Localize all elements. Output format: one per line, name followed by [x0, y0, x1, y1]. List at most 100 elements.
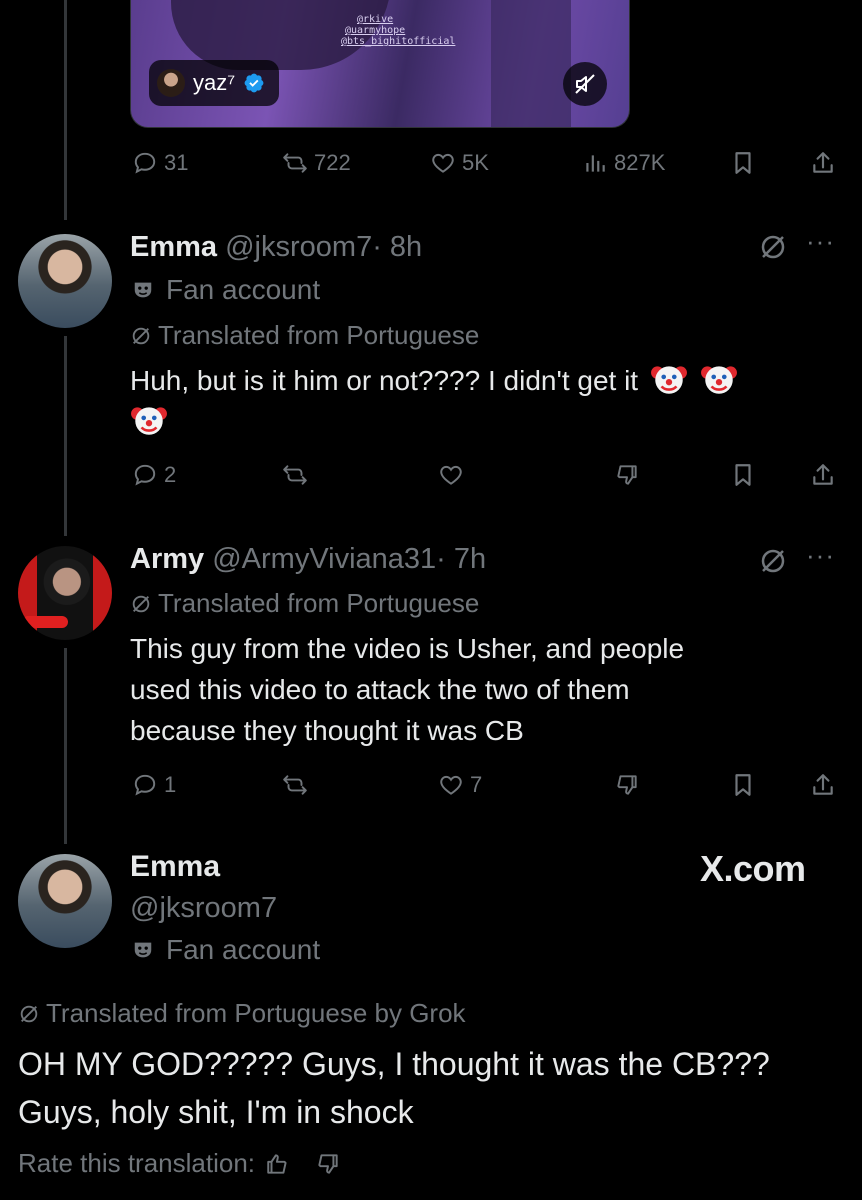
- user-handle[interactable]: @jksroom7: [225, 231, 372, 263]
- video-frame-shape: [491, 0, 571, 127]
- repost-count: 722: [314, 150, 351, 175]
- like-button[interactable]: 7: [438, 772, 482, 798]
- thumbs-down-icon[interactable]: [315, 1151, 341, 1177]
- reply-text-line: This guy from the video is Usher, and pe…: [130, 633, 685, 664]
- like-count: 7: [470, 772, 483, 797]
- author-pill-avatar: [157, 69, 185, 97]
- translation-label: Translated from Portuguese: [158, 588, 480, 618]
- heart-icon: [440, 465, 462, 485]
- repost-icon: [283, 465, 307, 485]
- share-icon: [813, 464, 833, 485]
- bookmark-button[interactable]: [730, 150, 756, 176]
- reply-button[interactable]: 31: [132, 150, 188, 176]
- thumbs-up-icon[interactable]: [265, 1151, 291, 1177]
- rate-translation-label: Rate this translation:: [18, 1148, 256, 1178]
- reply-icon: [134, 464, 156, 486]
- avatar-graphic: [22, 616, 68, 628]
- thread-line: [64, 0, 67, 220]
- post-text: OH MY GOD????? Guys, I thought it was th…: [18, 1040, 858, 1136]
- repost-button[interactable]: 722: [282, 150, 351, 176]
- avatar[interactable]: [18, 546, 112, 640]
- video-media[interactable]: @rkive @uarmyhope @bts_bighitofficial ya…: [130, 0, 630, 128]
- more-icon[interactable]: ···: [806, 540, 835, 571]
- like-button[interactable]: [438, 462, 464, 488]
- display-name[interactable]: Army: [130, 543, 204, 575]
- reply-text: Huh, but is it him or not???? I didn't g…: [130, 360, 830, 442]
- more-icon[interactable]: ···: [806, 226, 835, 257]
- reply-button[interactable]: 2: [132, 462, 176, 488]
- views-button[interactable]: 827K: [582, 150, 665, 176]
- reply-text-line: used this video to attack the two of the…: [130, 674, 630, 705]
- share-icon: [813, 152, 833, 173]
- reply-icon: [134, 774, 156, 796]
- user-handle[interactable]: @ArmyViviana31: [212, 543, 436, 575]
- share-button[interactable]: [810, 772, 836, 798]
- thumbs-down-icon: [617, 465, 637, 485]
- translation-notice[interactable]: Translated from Portuguese: [130, 588, 479, 619]
- fan-account-badge: Fan account: [132, 274, 320, 306]
- mask-icon: [134, 942, 152, 958]
- video-watermark: @rkive @uarmyhope @bts_bighitofficial: [341, 14, 455, 47]
- views-count: 827K: [614, 150, 666, 175]
- thumbs-down-icon: [617, 775, 637, 795]
- reply-count: 1: [164, 772, 177, 797]
- watermark-line: @bts_bighitofficial: [341, 36, 456, 47]
- watermark-line: @uarmyhope: [345, 25, 406, 36]
- avatar[interactable]: [18, 854, 112, 948]
- fan-account-label: Fan account: [166, 274, 321, 305]
- clown-face-icon: [700, 360, 738, 398]
- views-icon: [586, 155, 605, 172]
- post-time[interactable]: · 8h: [372, 231, 422, 263]
- post-action-bar: 31 722 5K 827K: [0, 146, 862, 180]
- translation-notice[interactable]: Translated from Portuguese by Grok: [18, 998, 466, 1029]
- grok-icon[interactable]: [758, 232, 788, 262]
- bookmark-button[interactable]: [730, 772, 756, 798]
- bookmark-button[interactable]: [730, 462, 756, 488]
- clown-face-icon: [650, 360, 688, 398]
- share-button[interactable]: [810, 150, 836, 176]
- reply-text: This guy from the video is Usher, and pe…: [130, 628, 850, 751]
- translation-notice[interactable]: Translated from Portuguese: [130, 320, 479, 351]
- mute-icon: [575, 74, 595, 94]
- display-name[interactable]: Emma: [130, 231, 217, 263]
- like-button[interactable]: 5K: [430, 150, 489, 176]
- dislike-button[interactable]: [614, 462, 640, 488]
- avatar[interactable]: [18, 234, 112, 328]
- post-text-line: OH MY GOD????? Guys, I thought it was th…: [18, 1046, 770, 1082]
- translation-label: Translated from Portuguese: [158, 320, 480, 350]
- post-text-line: Guys, holy shit, I'm in shock: [18, 1094, 414, 1130]
- verified-badge-icon: [244, 73, 264, 93]
- mask-icon: [134, 282, 152, 298]
- like-count: 5K: [462, 150, 489, 175]
- reply-count: 31: [164, 150, 189, 175]
- repost-icon: [283, 153, 307, 173]
- user-handle[interactable]: @jksroom7: [130, 892, 277, 925]
- thread-line: [64, 648, 67, 844]
- display-name[interactable]: Emma: [130, 850, 220, 884]
- rate-translation: Rate this translation:: [18, 1148, 341, 1179]
- reply-button[interactable]: 1: [132, 772, 176, 798]
- clown-face-icon: [130, 401, 168, 439]
- reply-text-content: Huh, but is it him or not???? I didn't g…: [130, 365, 639, 396]
- grok-icon[interactable]: [758, 546, 788, 576]
- grok-icon: [20, 1005, 38, 1022]
- heart-icon: [432, 153, 454, 173]
- grok-icon: [132, 595, 150, 612]
- site-watermark: X.com: [700, 848, 806, 889]
- reply-action-bar: 2: [0, 458, 862, 492]
- author-pill[interactable]: yaz⁷: [149, 60, 280, 106]
- dislike-button[interactable]: [614, 772, 640, 798]
- fan-account-label: Fan account: [166, 934, 321, 965]
- mute-button[interactable]: [563, 62, 607, 106]
- repost-button[interactable]: [282, 772, 308, 798]
- fan-account-badge: Fan account: [132, 934, 320, 966]
- reply-action-bar: 1 7: [0, 768, 862, 802]
- share-button[interactable]: [810, 462, 836, 488]
- thread-line: [64, 336, 67, 536]
- repost-button[interactable]: [282, 462, 308, 488]
- bookmark-icon: [735, 774, 751, 796]
- reply-count: 2: [164, 462, 177, 487]
- reply-header: Emma @jksroom7· 8h: [130, 230, 422, 264]
- post-time[interactable]: · 7h: [436, 543, 486, 575]
- watermark-line: @rkive: [357, 14, 394, 25]
